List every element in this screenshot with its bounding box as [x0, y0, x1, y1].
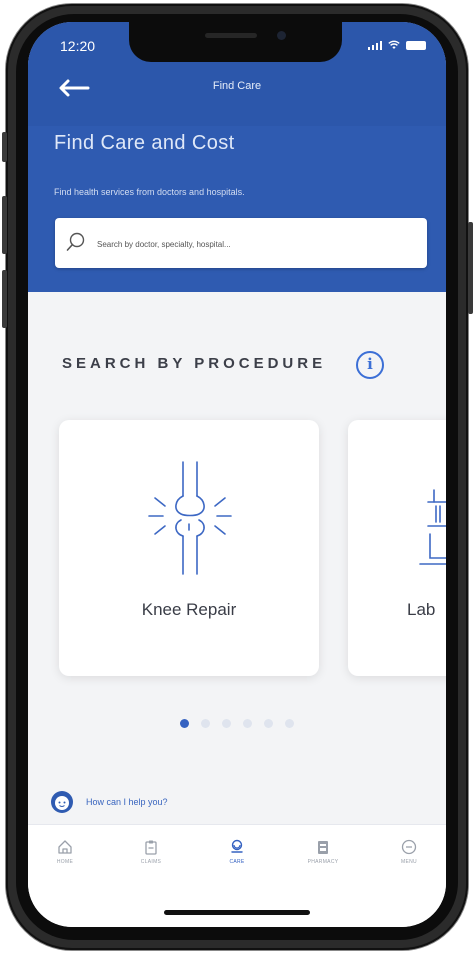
tab-claims[interactable]: CLAIMS [116, 839, 186, 865]
clipboard-icon [145, 840, 157, 855]
pagination-dot[interactable] [285, 719, 294, 728]
section-title: SEARCH BY PROCEDURE [62, 355, 327, 372]
procedure-card-knee-repair[interactable]: Knee Repair [59, 420, 319, 676]
tab-pharmacy-label: PHARMACY [307, 859, 339, 865]
volume-down-button [2, 270, 7, 328]
pagination-dot[interactable] [180, 719, 189, 728]
notch [129, 22, 342, 62]
status-time: 12:20 [60, 38, 96, 54]
power-button [468, 222, 473, 314]
search-box[interactable] [55, 218, 427, 268]
tab-menu-label: MENU [401, 859, 417, 865]
signal-icon [368, 40, 382, 50]
status-icons [368, 40, 426, 50]
tab-home-label: HOME [56, 859, 74, 865]
pagination-dot[interactable] [201, 719, 210, 728]
wifi-icon [388, 40, 400, 49]
procedure-card-label: Knee Repair [141, 600, 237, 619]
lab-icon [419, 489, 446, 565]
front-camera [277, 31, 286, 40]
tab-pharmacy[interactable]: PHARMACY [288, 839, 358, 865]
tab-claims-label: CLAIMS [140, 859, 162, 865]
tab-menu[interactable]: MENU [374, 839, 444, 865]
phone-screen: 12:20 Find Care Find Care and Cost Find … [28, 22, 446, 927]
help-text: How can I help you? [86, 797, 168, 807]
help-prompt[interactable]: How can I help you? [50, 790, 168, 814]
find-care-header: 12:20 Find Care Find Care and Cost Find … [28, 22, 446, 292]
speaker [205, 33, 257, 38]
volume-up-button [2, 196, 7, 254]
knee-joint-icon [148, 461, 232, 575]
home-icon [58, 840, 72, 854]
page-title: Find Care and Cost [54, 132, 235, 154]
pagination-dot[interactable] [243, 719, 252, 728]
search-input[interactable] [95, 232, 419, 256]
search-icon [66, 232, 85, 251]
home-indicator[interactable] [164, 910, 310, 915]
procedure-card-lab[interactable]: Lab [348, 420, 446, 676]
carousel-pagination [180, 719, 294, 728]
page-subtitle: Find health services from doctors and ho… [54, 187, 245, 197]
pagination-dot[interactable] [222, 719, 231, 728]
tab-home[interactable]: HOME [30, 839, 100, 865]
info-icon[interactable]: i [356, 351, 384, 379]
nav-title: Find Care [212, 80, 262, 92]
pagination-dot[interactable] [264, 719, 273, 728]
menu-icon [401, 839, 417, 855]
stethoscope-icon [231, 839, 243, 853]
procedure-card-label: Lab [407, 600, 436, 619]
mute-switch [2, 132, 7, 162]
assistant-avatar-icon [51, 791, 73, 813]
tab-care-label: CARE [229, 859, 245, 865]
tab-care[interactable]: CARE [202, 839, 272, 865]
pharmacy-icon [318, 841, 328, 854]
battery-icon [406, 40, 426, 50]
